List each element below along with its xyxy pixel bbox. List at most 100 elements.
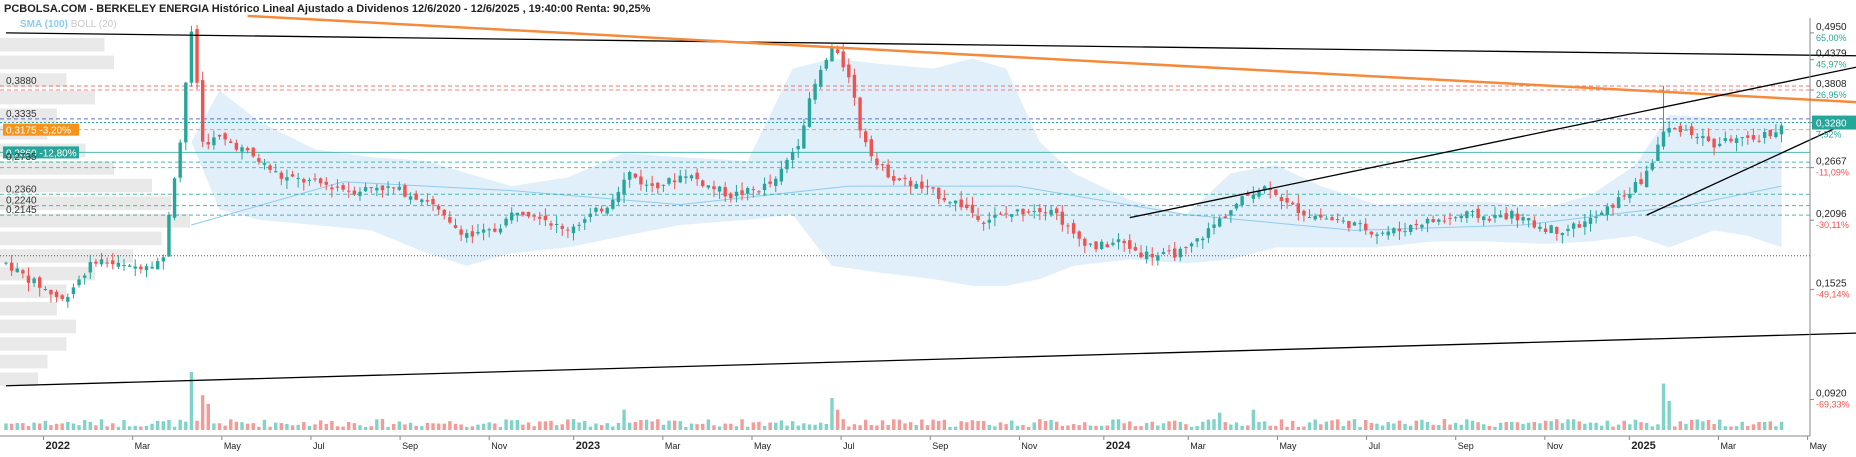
volume-bar <box>453 423 458 430</box>
volume-bar <box>1105 425 1109 430</box>
volume-bar <box>1274 425 1278 430</box>
volume-bar <box>779 420 784 430</box>
volume-bar <box>442 423 446 430</box>
candle-body <box>987 219 991 223</box>
x-axis-label: Sep <box>1458 441 1474 451</box>
candle-body <box>734 191 739 197</box>
volume-bar <box>1650 426 1654 430</box>
legend-sma[interactable]: SMA (100) <box>20 19 68 30</box>
volume-bar <box>167 419 171 430</box>
candle-body <box>1038 208 1042 213</box>
candle-body <box>1498 215 1503 218</box>
candle-body <box>1678 126 1683 133</box>
right-axis-percent: -30,11% <box>1816 220 1849 230</box>
volume-bar <box>729 423 733 430</box>
candle-body <box>66 297 70 302</box>
volume-bar <box>487 422 491 430</box>
candle-body <box>1757 140 1761 142</box>
x-axis-label: Nov <box>1021 441 1038 451</box>
volume-bar <box>60 423 64 430</box>
volume-bar <box>1313 419 1317 430</box>
volume-bar <box>358 425 362 430</box>
volume-bar <box>448 421 452 430</box>
volume-bar <box>1307 422 1312 430</box>
candle-body <box>611 199 615 209</box>
candle-body <box>1420 224 1424 228</box>
volume-bar <box>296 424 300 430</box>
candle-body <box>397 186 402 190</box>
candle-body <box>701 180 705 187</box>
candle-body <box>1212 224 1216 228</box>
volume-bar <box>1633 419 1638 430</box>
chart-area[interactable]: 0,3880 0,3335 0,3175 -3,20% 0,2860 -12,80% 0… <box>0 0 1856 452</box>
volume-bar <box>1015 425 1020 430</box>
candle-body <box>1476 208 1480 219</box>
candle-body <box>436 206 441 210</box>
volume-bar <box>852 424 857 430</box>
candle-body <box>813 83 817 100</box>
volume-bar <box>1628 424 1632 430</box>
candle-body <box>644 184 649 186</box>
right-axis-price: 0,2096 <box>1816 209 1847 220</box>
volume-bar <box>1122 423 1126 430</box>
candle-body <box>1571 223 1576 229</box>
volume-bar <box>1060 425 1065 430</box>
candle-body <box>369 187 373 189</box>
candle-body <box>481 229 486 233</box>
candle-body <box>1274 189 1278 195</box>
volume-bar <box>66 421 70 430</box>
volume-bar <box>150 423 154 430</box>
candle-body <box>347 190 351 192</box>
volume-bar <box>32 422 36 430</box>
candle-body <box>1184 246 1188 248</box>
candle-body <box>1403 231 1407 233</box>
volume-bar <box>330 420 334 430</box>
volume-bar <box>1498 422 1503 430</box>
candle-body <box>1347 221 1351 228</box>
candle-body <box>223 133 227 140</box>
volume-bar <box>1712 424 1716 430</box>
volume-bar <box>1279 419 1284 430</box>
legend-boll[interactable]: BOLL (20) <box>71 19 117 30</box>
volume-bar <box>1689 419 1694 430</box>
candle-body <box>448 217 452 223</box>
volume-bar <box>1156 425 1160 430</box>
volume-bar <box>1302 426 1306 430</box>
x-axis-label: Sep <box>932 441 948 451</box>
candle-body <box>1408 225 1413 233</box>
candle-body <box>560 226 564 229</box>
volume-bar <box>1521 423 1525 430</box>
candle-body <box>1718 143 1722 146</box>
volume-bar <box>1639 422 1643 430</box>
volume-bar <box>1088 425 1093 430</box>
candle-body <box>515 212 520 216</box>
candle-body <box>549 223 553 226</box>
volume-profile-bar <box>0 372 38 386</box>
candle-body <box>858 97 862 131</box>
candle-body <box>1746 135 1750 138</box>
right-axis-price: 0,4379 <box>1816 49 1847 60</box>
candle-body <box>543 215 548 221</box>
level-label: 0,3880 <box>6 76 37 87</box>
volume-bar <box>1392 423 1396 430</box>
candle-body <box>1622 195 1626 197</box>
volume-bar <box>672 420 677 430</box>
volume-bar <box>1701 421 1705 430</box>
candle-body <box>807 98 812 127</box>
price-chart[interactable]: 0,38800,33350,3175 -3,20%0,2860 -12,80%0… <box>0 0 1856 452</box>
candle-body <box>161 257 166 262</box>
trendline-upper-resistance <box>5 32 1856 57</box>
candle-body <box>948 202 952 204</box>
candle-body <box>1128 240 1132 249</box>
volume-bar <box>920 419 924 430</box>
chart-legend: SMA (100) BOLL (20) <box>20 19 117 30</box>
candle-body <box>420 199 424 203</box>
volume-bar <box>1010 420 1014 430</box>
candle-body <box>290 174 295 177</box>
volume-bar <box>1566 419 1570 430</box>
candle-body <box>723 187 727 197</box>
volume-bar <box>318 420 323 430</box>
volume-bar <box>1622 420 1626 430</box>
volume-bar <box>639 420 643 430</box>
volume-bar <box>886 424 890 430</box>
